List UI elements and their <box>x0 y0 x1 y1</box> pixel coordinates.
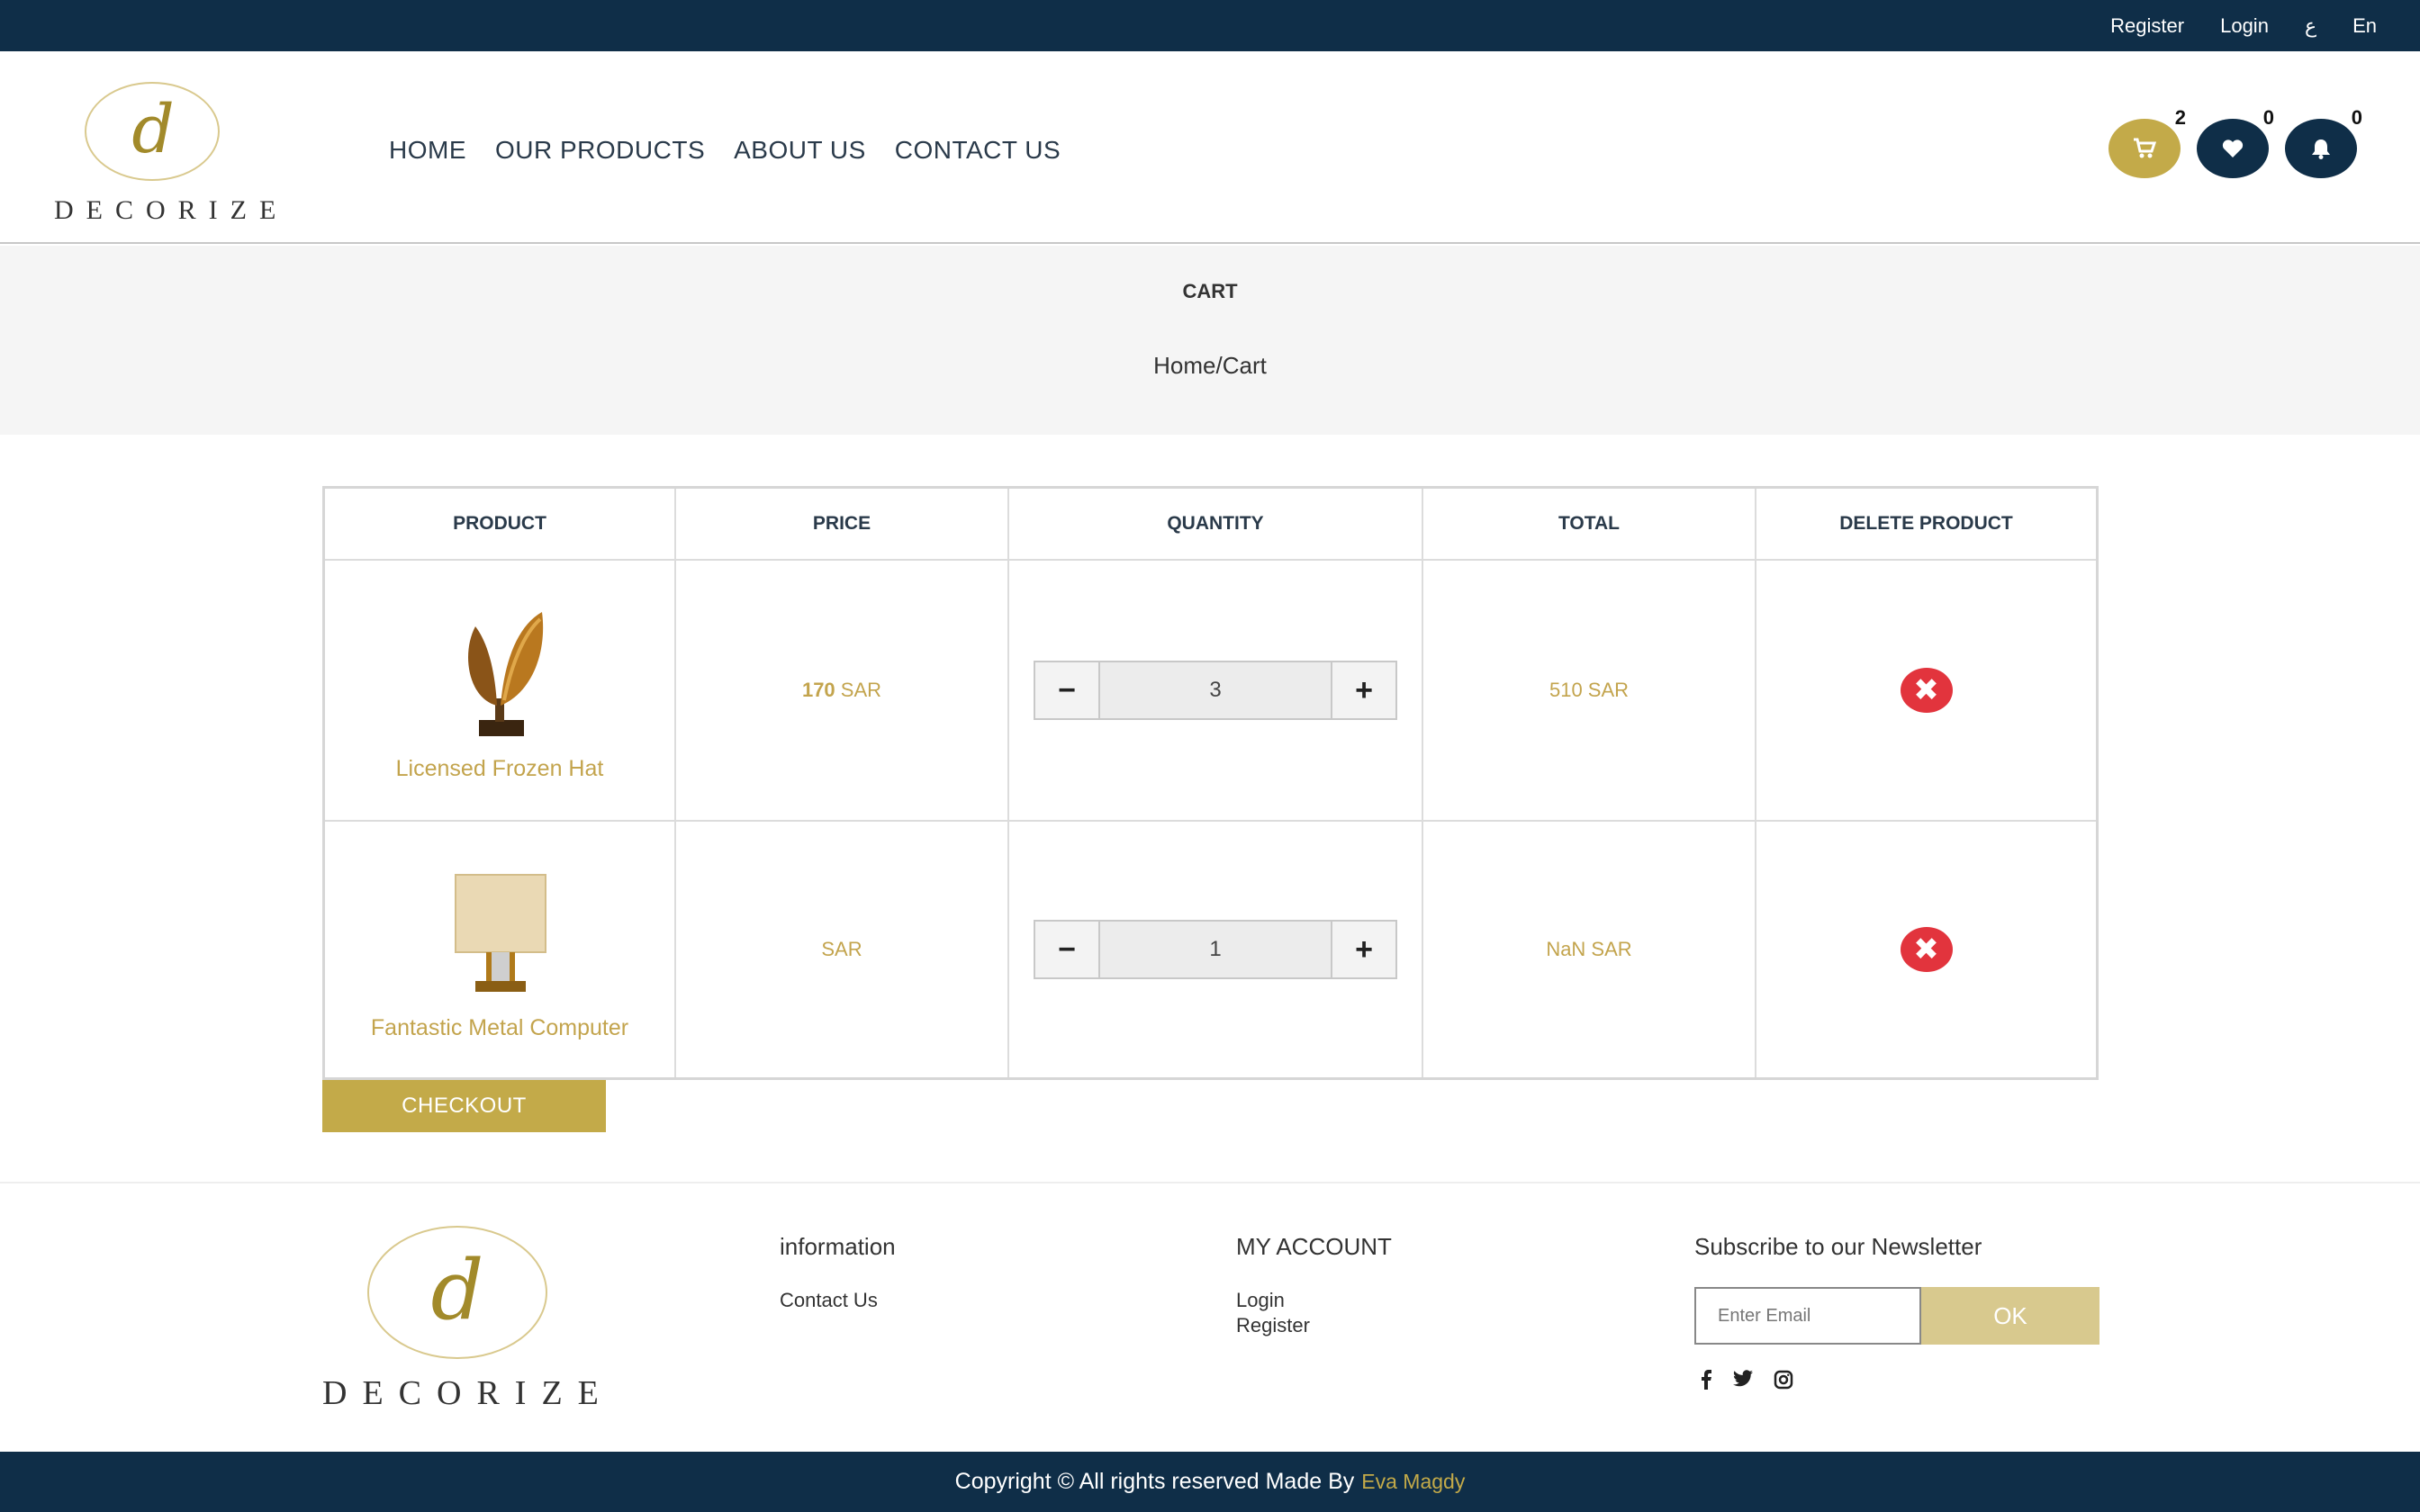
login-link[interactable]: Login <box>2220 14 2269 38</box>
close-icon: ✖ <box>1913 673 1939 707</box>
quantity-input[interactable]: 1 <box>1100 920 1331 979</box>
quantity-stepper: − 1 + <box>1034 920 1397 979</box>
logo-letter: d <box>430 1242 484 1338</box>
total-cell: NaN SAR <box>1423 822 1756 1077</box>
header-delete-product: DELETE PRODUCT <box>1839 513 2013 534</box>
notifications-count-badge: 0 <box>2351 106 2362 129</box>
page-title-band: CART Home/Cart <box>0 246 2420 435</box>
price-currency: SAR <box>821 938 862 960</box>
heart-icon <box>2222 140 2244 158</box>
header-quantity: QUANTITY <box>1009 489 1423 559</box>
copyright-text: Copyright © All rights reserved Made By <box>954 1469 1355 1494</box>
footer-my-account: MY ACCOUNT Login Register <box>1236 1233 1392 1338</box>
footer-information-title: information <box>780 1233 896 1260</box>
top-bar: Register Login ع En <box>0 0 2420 51</box>
footer-logo[interactable]: d DECORIZE <box>322 1226 646 1412</box>
footer-information: information Contact Us <box>780 1233 896 1313</box>
copyright-bar: Copyright © All rights reserved Made By … <box>0 1452 2420 1512</box>
footer-newsletter: Subscribe to our Newsletter <box>1694 1233 1982 1288</box>
delete-product-button[interactable]: ✖ <box>1900 927 1953 972</box>
newsletter-email-input[interactable]: Enter Email <box>1694 1287 1921 1345</box>
product-cell: Fantastic Metal Computer <box>325 822 676 1077</box>
facebook-icon[interactable] <box>1700 1370 1712 1390</box>
register-link[interactable]: Register <box>2110 14 2184 38</box>
increase-quantity-button[interactable]: + <box>1331 920 1397 979</box>
language-english-link[interactable]: En <box>2352 14 2377 38</box>
quantity-input[interactable]: 3 <box>1100 661 1331 720</box>
unit-price: SAR <box>821 938 862 961</box>
decrease-quantity-button[interactable]: − <box>1034 920 1100 979</box>
cart-count-badge: 2 <box>2174 106 2186 129</box>
quantity-stepper: − 3 + <box>1034 661 1397 720</box>
footer-register-link[interactable]: Register <box>1236 1313 1392 1338</box>
product-name-link[interactable]: Licensed Frozen Hat <box>396 756 604 782</box>
social-links <box>1700 1370 1793 1390</box>
total-cell: 510 SAR <box>1423 561 1756 820</box>
delete-cell: ✖ <box>1756 561 2096 820</box>
price-value: 170 <box>801 679 835 701</box>
nav-home[interactable]: HOME <box>389 136 466 165</box>
instagram-icon[interactable] <box>1774 1370 1793 1390</box>
footer-divider <box>0 1182 2420 1184</box>
nav-our-products[interactable]: OUR PRODUCTS <box>495 136 705 165</box>
notifications-button[interactable]: 0 <box>2285 106 2362 178</box>
footer-my-account-title: MY ACCOUNT <box>1236 1233 1392 1260</box>
newsletter-ok-button[interactable]: OK <box>1921 1287 2099 1345</box>
footer-contact-us-link[interactable]: Contact Us <box>780 1288 896 1313</box>
table-header-row: PRODUCT PRICE QUANTITY TOTAL DELETE PROD… <box>325 489 2096 561</box>
product-image[interactable] <box>441 859 558 1003</box>
quantity-cell: − 1 + <box>1009 822 1423 1077</box>
cart-icon <box>2134 138 2156 158</box>
page-title: CART <box>1182 280 1238 302</box>
unit-price: 170 SAR <box>802 679 881 702</box>
newsletter-title: Subscribe to our Newsletter <box>1694 1233 1982 1260</box>
nav-about-us[interactable]: ABOUT US <box>734 136 866 165</box>
footer-login-link[interactable]: Login <box>1236 1288 1392 1313</box>
checkout-button[interactable]: CHECKOUT <box>322 1080 606 1132</box>
cart-table: PRODUCT PRICE QUANTITY TOTAL DELETE PROD… <box>322 486 2099 1080</box>
author-link[interactable]: Eva Magdy <box>1361 1470 1465 1494</box>
line-total: NaN SAR <box>1546 938 1632 960</box>
newsletter-form: Enter Email OK <box>1694 1287 2099 1345</box>
product-cell: Licensed Frozen Hat <box>325 561 676 820</box>
wishlist-count-badge: 0 <box>2262 106 2274 129</box>
twitter-icon[interactable] <box>1732 1370 1754 1388</box>
close-icon: ✖ <box>1913 932 1939 967</box>
table-row: Fantastic Metal Computer SAR − 1 + NaN S… <box>325 822 2096 1077</box>
table-row: Licensed Frozen Hat 170 SAR − 3 + 510 SA… <box>325 561 2096 822</box>
site-logo[interactable]: d DECORIZE <box>52 82 286 226</box>
decrease-quantity-button[interactable]: − <box>1034 661 1100 720</box>
line-total: 510 SAR <box>1549 679 1630 701</box>
logo-word: DECORIZE <box>54 195 289 225</box>
cart-button[interactable]: 2 <box>2108 106 2186 178</box>
language-arabic-link[interactable]: ع <box>2305 14 2316 38</box>
price-cell: SAR <box>676 822 1009 1077</box>
breadcrumb[interactable]: Home/Cart <box>0 352 2420 380</box>
logo-letter: d <box>131 91 175 168</box>
delete-product-button[interactable]: ✖ <box>1900 668 1953 713</box>
wishlist-button[interactable]: 0 <box>2197 106 2274 178</box>
increase-quantity-button[interactable]: + <box>1331 661 1397 720</box>
price-cell: 170 SAR <box>676 561 1009 820</box>
quantity-cell: − 3 + <box>1009 561 1423 820</box>
bell-icon <box>2312 140 2330 159</box>
product-name-link[interactable]: Fantastic Metal Computer <box>371 1015 628 1041</box>
site-header: d DECORIZE HOME OUR PRODUCTS ABOUT US CO… <box>0 51 2420 244</box>
logo-word: DECORIZE <box>322 1374 614 1412</box>
header-product: PRODUCT <box>325 489 676 559</box>
delete-cell: ✖ <box>1756 822 2096 1077</box>
header-price: PRICE <box>676 489 1009 559</box>
main-nav: HOME OUR PRODUCTS ABOUT US CONTACT US <box>389 136 1061 165</box>
price-currency: SAR <box>840 679 882 701</box>
product-image[interactable] <box>441 599 558 743</box>
nav-contact-us[interactable]: CONTACT US <box>895 136 1061 165</box>
header-total: TOTAL <box>1423 489 1756 559</box>
